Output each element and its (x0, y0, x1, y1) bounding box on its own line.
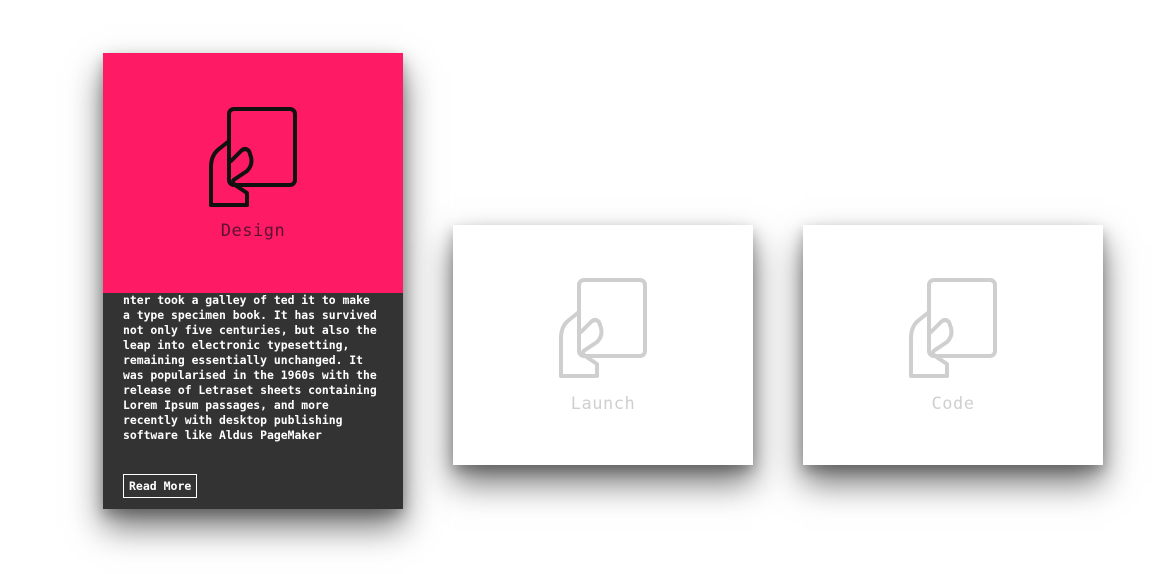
card-launch-header: Launch (453, 225, 753, 465)
card-title: Launch (570, 394, 636, 414)
card-title: Code (931, 394, 975, 414)
hand-holding-tablet-icon (909, 278, 997, 378)
card-design-header: Design (103, 53, 403, 293)
card-description: nter took a galley of ted it to make a t… (123, 293, 383, 442)
card-gallery: Design nter took a galley of ted it to m… (0, 0, 1165, 574)
card-title: Design (220, 221, 286, 241)
read-more-button[interactable]: Read More (123, 474, 198, 498)
hand-holding-tablet-icon (559, 278, 647, 378)
card-code-header: Code (803, 225, 1103, 465)
card-launch[interactable]: Launch (453, 225, 753, 465)
card-code[interactable]: Code (803, 225, 1103, 465)
hand-holding-tablet-icon (209, 107, 297, 207)
card-design[interactable]: Design nter took a galley of ted it to m… (103, 53, 403, 509)
card-design-details: nter took a galley of ted it to make a t… (103, 293, 403, 509)
